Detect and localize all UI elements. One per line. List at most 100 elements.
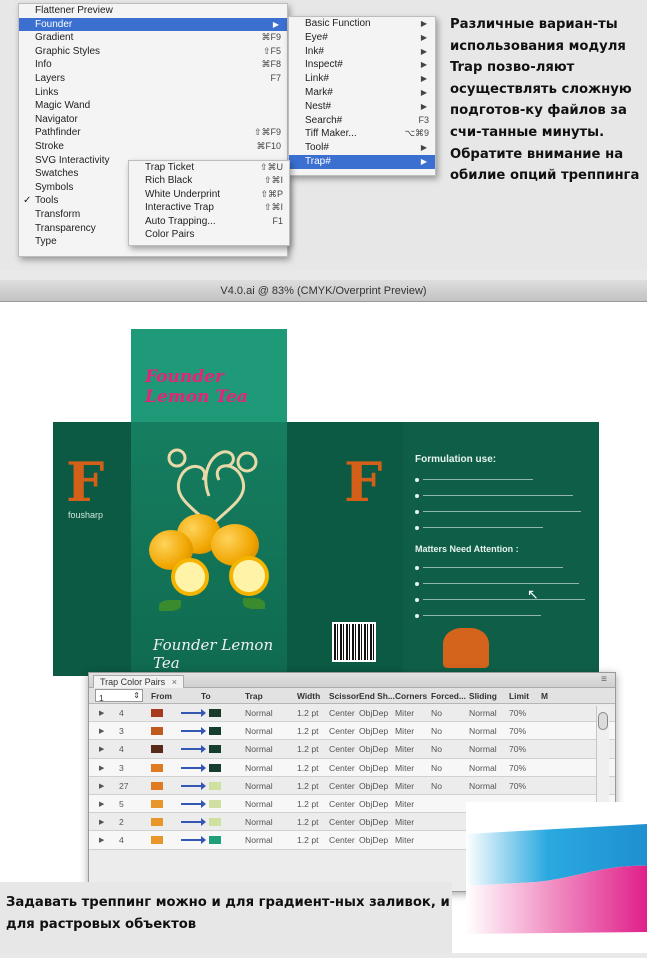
arrow-right-icon (181, 763, 206, 772)
brand-logo-left: F (66, 450, 105, 514)
menu-item[interactable]: Rich Black ⇧⌘I (129, 174, 289, 187)
menu-item-shortcut: ⌘F9 (261, 32, 281, 43)
cell-trap: Normal (245, 744, 273, 755)
menu-item[interactable]: Layers F7 (19, 72, 287, 86)
menu-item[interactable]: White Underprint ⇧⌘P (129, 188, 289, 201)
expand-icon[interactable]: ▶ (99, 764, 104, 772)
column-header[interactable]: Limit (509, 691, 529, 701)
tab-trap-color-pairs[interactable]: Trap Color Pairs × (93, 675, 184, 688)
menu-item-label: Pathfinder (35, 127, 81, 139)
expand-icon[interactable]: ▶ (99, 782, 104, 790)
close-icon[interactable]: × (172, 677, 177, 687)
pair-count: 2 (119, 817, 124, 828)
menu-item[interactable]: Magic Wand (19, 99, 287, 113)
cell-corners: Miter (395, 708, 415, 718)
document-title: V4.0.ai @ 83% (CMYK/Overprint Preview) (220, 285, 427, 297)
cell-corners: Miter (395, 726, 415, 737)
column-header[interactable]: Forced... (431, 691, 466, 701)
text-line (423, 479, 533, 480)
tab-label: Trap Color Pairs (100, 677, 166, 687)
menu-item[interactable]: Auto Trapping... F1 (129, 215, 289, 228)
menu-item[interactable]: Links (19, 86, 287, 100)
menu-item-shortcut: ⇧F5 (262, 45, 281, 56)
menu-item-label: Graphic Styles (35, 45, 101, 57)
table-row[interactable]: ▶ 4 Normal 1.2 pt Center ObjDep Miter No Normal 7… (89, 740, 615, 759)
panel-menu-icon[interactable]: ≡ (601, 674, 607, 685)
menu-item-shortcut: F1 (272, 215, 283, 226)
cell-scissor: Center (329, 708, 355, 718)
column-header[interactable]: From (151, 691, 172, 701)
submenu-arrow-icon: ▶ (420, 60, 427, 70)
menu-item-label: Search# (305, 114, 343, 126)
menu-item-label: Magic Wand (35, 100, 91, 112)
menu-item[interactable]: Flattener Preview (19, 4, 287, 18)
to-color-swatch (209, 709, 221, 717)
menu-item[interactable]: Mark# ▶ (289, 86, 435, 100)
menu-item-label: SVG Interactivity (35, 154, 110, 166)
menu-item[interactable]: Tiff Maker... ⌥⌘9 (289, 127, 435, 141)
leaf-icon (159, 600, 181, 611)
count-stepper[interactable]: 1 ⇕ (95, 689, 143, 703)
menu-item[interactable]: Basic Function ▶ (289, 17, 435, 31)
table-row[interactable]: ▶ 27 Normal 1.2 pt Center ObjDep Miter No Normal… (89, 777, 615, 795)
menu-item-label: Flattener Preview (35, 5, 113, 16)
from-color-swatch (151, 745, 163, 754)
menu-item[interactable]: Ink# ▶ (289, 45, 435, 59)
from-color-swatch (151, 818, 163, 827)
text-line (423, 495, 573, 496)
table-row[interactable]: ▶ 3 Normal 1.2 pt Center ObjDep Miter No Normal 7… (89, 722, 615, 741)
trap-submenu: Trap Ticket ⇧⌘U Rich Black ⇧⌘I White Underpr… (128, 160, 290, 246)
column-header[interactable]: M (541, 691, 548, 701)
menu-item[interactable]: Trap# ▶ (289, 154, 435, 169)
menu-item[interactable]: Inspect# ▶ (289, 58, 435, 72)
expand-icon[interactable]: ▶ (99, 800, 104, 808)
menu-item[interactable]: Graphic Styles ⇧F5 (19, 45, 287, 59)
menu-item[interactable]: Search# F3 (289, 114, 435, 128)
scrollbar-thumb[interactable] (598, 712, 608, 730)
cell-width: 1.2 pt (297, 708, 319, 718)
menu-item-label: Mark# (305, 86, 333, 98)
menu-item[interactable]: Color Pairs (129, 228, 289, 241)
menu-item[interactable]: Gradient ⌘F9 (19, 31, 287, 45)
column-header[interactable]: To (201, 691, 211, 701)
expand-icon[interactable]: ▶ (99, 709, 104, 717)
expand-icon[interactable]: ▶ (99, 818, 104, 826)
cell-forced: No (431, 780, 442, 791)
expand-icon[interactable]: ▶ (99, 727, 104, 735)
menu-item[interactable]: Stroke ⌘F10 (19, 140, 287, 154)
menu-item[interactable]: Info ⌘F8 (19, 58, 287, 72)
menu-item-label: Color Pairs (145, 228, 195, 240)
table-row[interactable]: ▶ 4 Normal 1.2 pt Center ObjDep Miter No Normal 7… (89, 704, 615, 723)
column-header[interactable]: Sliding (469, 691, 497, 701)
founder-submenu: Basic Function ▶ Eye# ▶ Ink# ▶ Inspect# ▶ Link# ▶… (288, 16, 436, 176)
stepper-value: 1 (99, 693, 104, 703)
menu-item[interactable]: Founder ▶ (19, 17, 287, 32)
to-color-swatch (209, 763, 221, 772)
menu-item[interactable]: Trap Ticket ⇧⌘U (129, 161, 289, 174)
table-row[interactable]: ▶ 3 Normal 1.2 pt Center ObjDep Miter No Normal 7… (89, 758, 615, 777)
menu-item[interactable]: Link# ▶ (289, 72, 435, 86)
menu-item[interactable]: Pathfinder ⇧⌘F9 (19, 126, 287, 140)
expand-icon[interactable]: ▶ (99, 836, 104, 844)
cell-end: ObjDep (359, 726, 389, 737)
menu-item-shortcut: ⇧⌘I (263, 202, 283, 213)
menu-item[interactable]: Interactive Trap ⇧⌘I (129, 201, 289, 214)
column-header[interactable]: Corners (395, 691, 427, 701)
column-header[interactable]: Width (297, 691, 320, 701)
column-header[interactable]: Trap (245, 691, 263, 701)
expand-icon[interactable]: ▶ (99, 745, 104, 753)
checkmark-icon: ✓ (23, 195, 32, 207)
menu-item-label: Links (35, 86, 59, 98)
column-header[interactable]: Scissor (329, 691, 359, 701)
menu-item-label: Gradient (35, 32, 74, 44)
menu-item-label: Transparency (35, 222, 96, 234)
stepper-arrows-icon[interactable]: ⇕ (133, 690, 140, 701)
menu-item[interactable]: Navigator (19, 113, 287, 127)
menu-item-shortcut: ⇧⌘I (263, 175, 283, 186)
arrow-right-icon (181, 727, 206, 736)
bullet-icon (415, 510, 419, 514)
column-header[interactable]: End Sh... (359, 691, 395, 701)
menu-item[interactable]: Tool# ▶ (289, 141, 435, 155)
menu-item[interactable]: Eye# ▶ (289, 31, 435, 45)
menu-item[interactable]: Nest# ▶ (289, 100, 435, 114)
